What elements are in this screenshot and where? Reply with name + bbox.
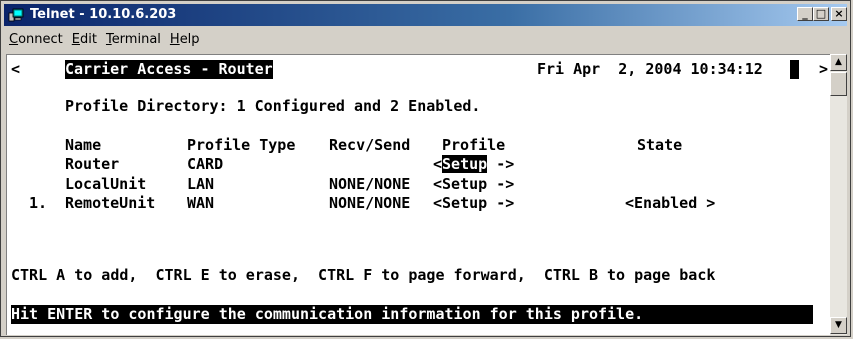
selected-setup-field: Setup: [442, 155, 488, 173]
column-header-profile: Profile: [442, 136, 506, 154]
column-header-name: Name: [65, 136, 102, 154]
menu-edit[interactable]: Edit: [67, 29, 101, 47]
window-title: Telnet - 10.10.6.203: [30, 7, 177, 22]
menu-connect[interactable]: Connect: [4, 29, 67, 47]
datetime: Fri Apr 2, 2004 10:34:12: [537, 60, 763, 78]
menu-help[interactable]: Help: [165, 29, 204, 47]
row-name: LocalUnit: [65, 175, 147, 193]
row-recv-send: NONE/NONE: [329, 175, 411, 193]
menu-bar: Connect Edit Terminal Help: [4, 29, 204, 51]
row-recv-send: NONE/NONE: [329, 194, 411, 212]
close-button[interactable]: ×: [831, 7, 847, 21]
row-state-enabled[interactable]: <Enabled >: [625, 194, 715, 213]
profile-directory-summary: Profile Directory: 1 Configured and 2 En…: [65, 97, 481, 115]
row-setup-action[interactable]: <Setup ->: [433, 155, 514, 174]
telnet-app-icon: [8, 8, 24, 22]
column-header-state: State: [637, 136, 683, 154]
cursor-block: [790, 60, 799, 79]
row-type: WAN: [187, 194, 215, 212]
row-setup-action[interactable]: <Setup ->: [433, 175, 514, 194]
scroll-down-arrow-icon[interactable]: ▼: [830, 317, 847, 334]
row-index: 1.: [29, 194, 48, 212]
row-name: RemoteUnit: [65, 194, 156, 212]
minimize-button[interactable]: _: [797, 7, 813, 21]
app-title: Carrier Access - Router: [65, 60, 273, 79]
terminal-screen[interactable]: < Carrier Access - Router Fri Apr 2, 200…: [6, 54, 831, 335]
scroll-up-arrow-icon[interactable]: ▲: [830, 54, 847, 71]
row-name: Router: [65, 155, 120, 173]
scroll-right-marker: >: [819, 60, 829, 78]
row-setup-action[interactable]: <Setup ->: [433, 194, 514, 213]
menu-terminal[interactable]: Terminal: [101, 29, 165, 47]
column-header-profile-type: Profile Type: [187, 136, 296, 154]
scroll-left-marker: <: [11, 60, 21, 78]
telnet-window: Telnet - 10.10.6.203 _ □ × Connect Edit Te…: [0, 0, 851, 337]
column-header-recv-send: Recv/Send: [329, 136, 411, 154]
row-type: LAN: [187, 175, 215, 193]
scroll-thumb[interactable]: [830, 72, 847, 96]
row-type: CARD: [187, 155, 224, 173]
vertical-scrollbar[interactable]: ▲ ▼: [830, 54, 847, 335]
keyboard-help-line: CTRL A to add, CTRL E to erase, CTRL F t…: [11, 266, 716, 284]
status-line: Hit ENTER to configure the communication…: [11, 305, 813, 324]
title-bar[interactable]: Telnet - 10.10.6.203 _ □ ×: [4, 4, 847, 26]
maximize-button[interactable]: □: [813, 7, 829, 21]
